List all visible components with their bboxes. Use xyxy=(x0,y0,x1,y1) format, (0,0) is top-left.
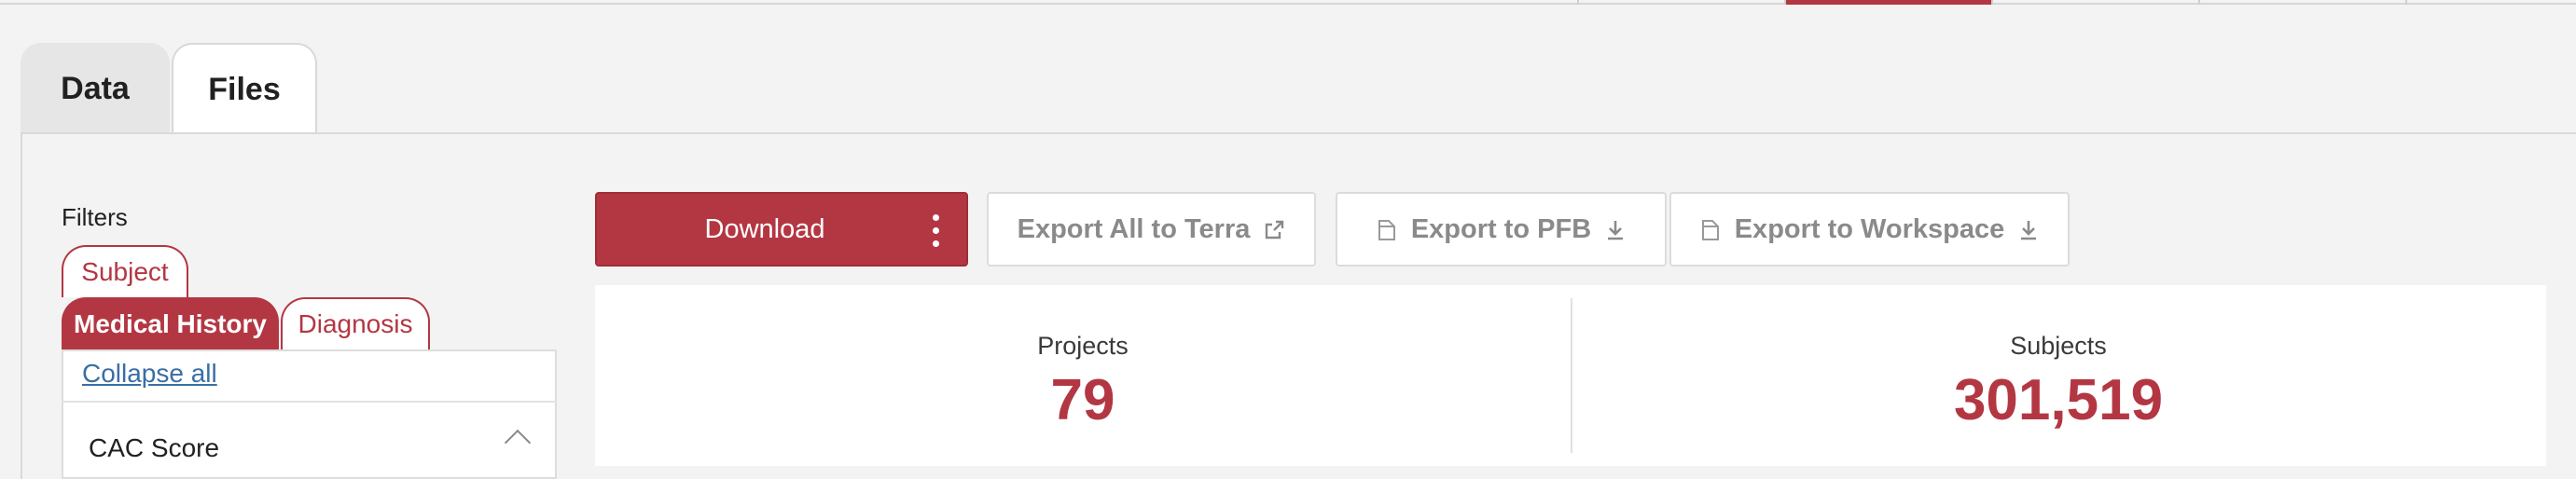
external-link-icon xyxy=(1263,218,1285,240)
file-icon xyxy=(1376,218,1398,240)
file-icon xyxy=(1699,218,1722,240)
export-terra-label: Export All to Terra xyxy=(1017,213,1251,244)
filter-tab-diagnosis[interactable]: Diagnosis xyxy=(281,297,430,349)
filter-panel-divider xyxy=(62,401,557,403)
filter-section-cac-score[interactable]: CAC Score xyxy=(89,433,219,463)
active-nav-indicator xyxy=(1786,0,1991,5)
stat-value-projects: 79 xyxy=(1050,368,1115,432)
stat-label-subjects: Subjects xyxy=(2010,332,2107,360)
page: Data Files Filters Subject Medical Histo… xyxy=(0,0,2576,479)
stat-label-projects: Projects xyxy=(1037,332,1129,360)
download-icon xyxy=(1604,218,1627,240)
nav-divider xyxy=(1577,0,1579,5)
collapse-all-link[interactable]: Collapse all xyxy=(82,359,217,389)
export-workspace-button[interactable]: Export to Workspace xyxy=(1669,192,2070,267)
filters-title: Filters xyxy=(62,203,128,231)
export-pfb-button[interactable]: Export to PFB xyxy=(1336,192,1667,267)
download-button[interactable]: Download xyxy=(595,192,968,267)
nav-divider xyxy=(2198,0,2200,5)
export-workspace-label: Export to Workspace xyxy=(1734,213,2005,244)
stat-value-subjects: 301,519 xyxy=(1953,368,2164,432)
download-button-label: Download xyxy=(704,213,825,244)
more-options-icon[interactable] xyxy=(933,214,940,248)
summary-stats: Projects 79 Subjects 301,519 xyxy=(595,285,2546,466)
filter-tab-subject[interactable]: Subject xyxy=(62,245,188,297)
nav-divider xyxy=(1991,0,1993,5)
export-terra-button[interactable]: Export All to Terra xyxy=(987,192,1316,267)
top-nav-strip xyxy=(0,0,2576,5)
nav-divider xyxy=(2405,0,2407,5)
filter-tab-medical-history[interactable]: Medical History xyxy=(62,297,279,349)
tab-data[interactable]: Data xyxy=(21,43,170,134)
tab-files[interactable]: Files xyxy=(172,43,317,134)
export-pfb-label: Export to PFB xyxy=(1410,213,1592,244)
download-icon xyxy=(2017,218,2040,240)
